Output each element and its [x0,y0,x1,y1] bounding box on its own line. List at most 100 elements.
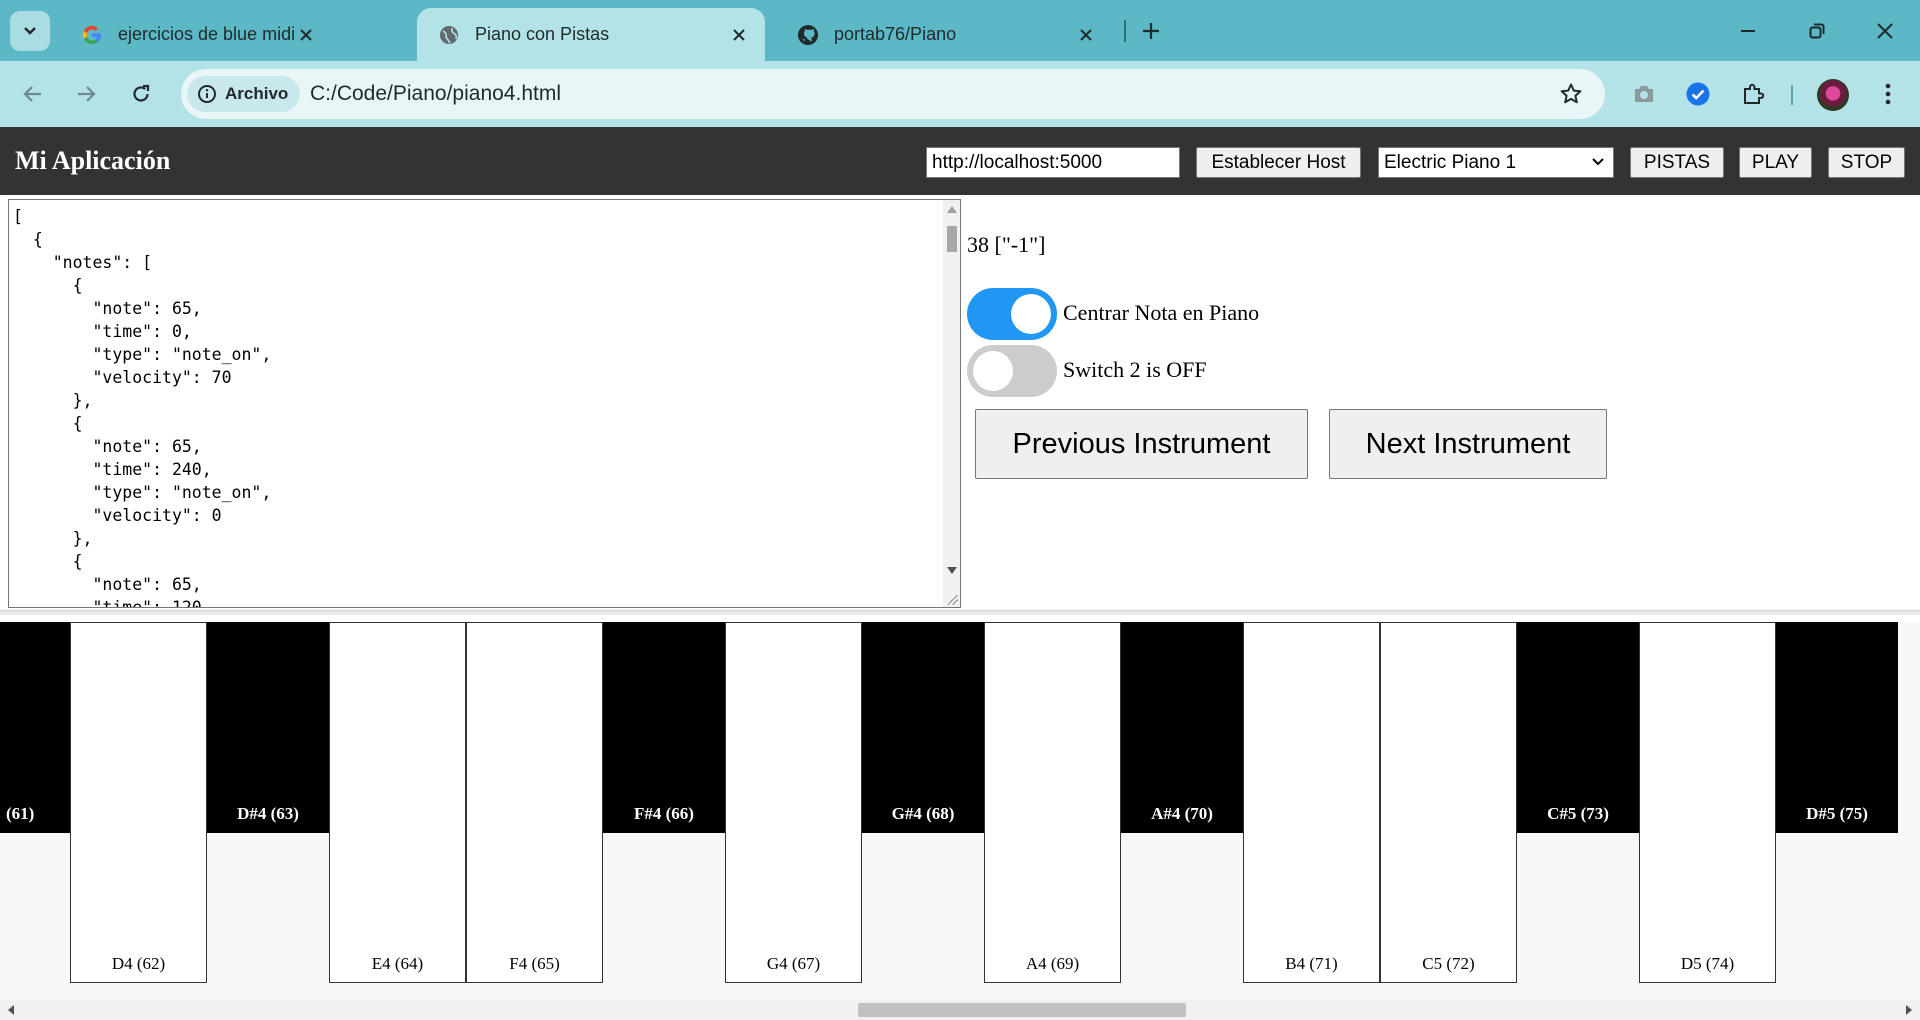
stop-button[interactable]: STOP [1828,147,1905,178]
minimize-button[interactable] [1731,14,1765,48]
key-label: B4 (71) [1285,954,1338,973]
site-chip-label: Archivo [225,84,289,103]
app-header: Mi Aplicación Establecer Host Electric P… [0,127,1920,195]
tab-title: Piano con Pistas [475,24,610,44]
horizontal-scrollbar[interactable] [0,1000,1920,1020]
minimize-icon [1741,30,1755,32]
tab-title: portab76/Piano [834,24,957,44]
key-label: D5 (74) [1680,954,1735,973]
tab-github-piano[interactable]: portab76/Piano [776,8,1112,61]
set-host-button[interactable]: Establecer Host [1196,147,1361,178]
center-note-label: Centrar Nota en Piano [1063,300,1260,325]
key-label: F4 (65) [509,954,560,973]
key-label: C#5 (73) [1547,804,1609,823]
tab-google-search[interactable]: ejercicios de blue midi - Buscar [60,8,332,61]
piano-key-black[interactable]: C#5 (73) [1517,622,1639,833]
piano-key-white[interactable]: E4 (64) [329,622,466,983]
piano-key-black[interactable]: D#4 (63) [207,622,329,833]
globe-icon [437,23,461,47]
close-window-button[interactable] [1868,14,1902,48]
bookmark-star-icon[interactable] [1559,82,1583,111]
status-text: 38 ["-1"] [967,232,1046,257]
next-instrument-button[interactable]: Next Instrument [1329,409,1607,479]
profile-avatar[interactable] [1817,79,1849,111]
piano-key-black[interactable]: (61) [0,622,70,833]
scrollbar-thumb[interactable] [947,226,957,252]
tab-search-button[interactable] [10,11,50,51]
url-text[interactable]: C:/Code/Piano/piano4.html [310,82,561,106]
close-icon [1877,23,1893,39]
piano-key-white[interactable]: G4 (67) [725,622,862,983]
restore-button[interactable] [1800,14,1834,48]
toggle-knob [973,351,1013,391]
piano-key-white[interactable]: A4 (69) [984,622,1121,983]
scroll-right-icon[interactable] [1906,1005,1912,1015]
reload-button[interactable] [124,77,158,111]
browser-tabstrip: ejercicios de blue midi - Buscar Piano c… [0,0,1920,61]
piano-key-black[interactable]: A#4 (70) [1121,622,1243,833]
check-circle-icon [1686,82,1710,106]
arrow-right-icon [78,86,96,102]
piano-key-black[interactable]: F#4 (66) [603,622,725,833]
tab-piano-con-pistas[interactable]: Piano con Pistas [417,8,765,61]
scroll-up-icon[interactable] [947,206,957,213]
piano-key-white[interactable]: B4 (71) [1243,622,1380,983]
section-divider [0,610,1920,615]
close-icon[interactable] [294,23,318,47]
resize-grip-icon[interactable] [948,595,958,605]
google-icon [80,23,104,47]
new-tab-button[interactable] [1134,14,1168,48]
site-info-chip[interactable]: Archivo [187,76,301,112]
forward-button[interactable] [69,77,103,111]
extensions-button[interactable] [1736,77,1770,111]
key-label: D#4 (63) [237,804,299,823]
browser-toolbar: Archivo C:/Code/Piano/piano4.html [0,61,1920,127]
piano-key-black[interactable]: D#5 (75) [1776,622,1898,833]
play-button[interactable]: PLAY [1739,147,1812,178]
tab-divider [1124,20,1126,42]
toolbar-separator [1791,85,1793,105]
checkmark-extension-button[interactable] [1681,77,1715,111]
close-icon[interactable] [727,23,751,47]
piano-key-white[interactable]: C5 (72) [1380,622,1517,983]
camera-icon [1635,86,1653,102]
piano-key-white[interactable]: F4 (65) [466,622,603,983]
close-icon[interactable] [1074,23,1098,47]
scrollbar-thumb[interactable] [858,1003,1186,1017]
reload-icon [133,84,150,102]
json-editor[interactable]: [ { "notes": [ { "note": 65, "time": 0, … [8,199,961,608]
previous-instrument-button[interactable]: Previous Instrument [975,409,1308,479]
github-icon [796,23,820,47]
plus-icon [1143,23,1159,39]
more-vertical-icon [1885,83,1891,105]
piano-key-white[interactable]: D5 (74) [1639,622,1776,983]
piano-key-white[interactable]: D4 (62) [70,622,207,983]
key-label: D#5 (75) [1806,804,1868,823]
scroll-down-icon[interactable] [947,567,957,574]
switch-2-label: Switch 2 is OFF [1063,357,1207,382]
editor-scrollbar[interactable] [943,200,960,607]
center-note-toggle[interactable] [967,288,1057,340]
pistas-button[interactable]: PISTAS [1630,147,1724,178]
scroll-left-icon[interactable] [8,1005,14,1015]
key-label: F#4 (66) [634,804,694,823]
key-label: A4 (69) [1025,954,1080,973]
piano-key-black[interactable]: G#4 (68) [862,622,984,833]
key-label: C5 (72) [1422,954,1475,973]
back-button[interactable] [16,77,50,111]
page-content: Mi Aplicación Establecer Host Electric P… [0,127,1920,1020]
instrument-select[interactable]: Electric Piano 1 [1378,147,1614,178]
puzzle-icon [1744,83,1765,104]
key-label: G4 (67) [766,954,821,973]
key-label: G#4 (68) [891,804,955,823]
host-input[interactable] [926,147,1180,178]
chevron-down-icon [1592,158,1604,166]
switch-2-toggle[interactable] [967,345,1057,397]
info-icon [197,84,217,104]
browser-menu-button[interactable] [1871,77,1905,111]
tab-title: ejercicios de blue midi - Buscar [118,24,294,44]
address-bar[interactable]: Archivo C:/Code/Piano/piano4.html [181,69,1605,119]
camera-extension-button[interactable] [1627,77,1661,111]
toggle-knob [1011,294,1051,334]
key-label: A#4 (70) [1151,804,1213,823]
